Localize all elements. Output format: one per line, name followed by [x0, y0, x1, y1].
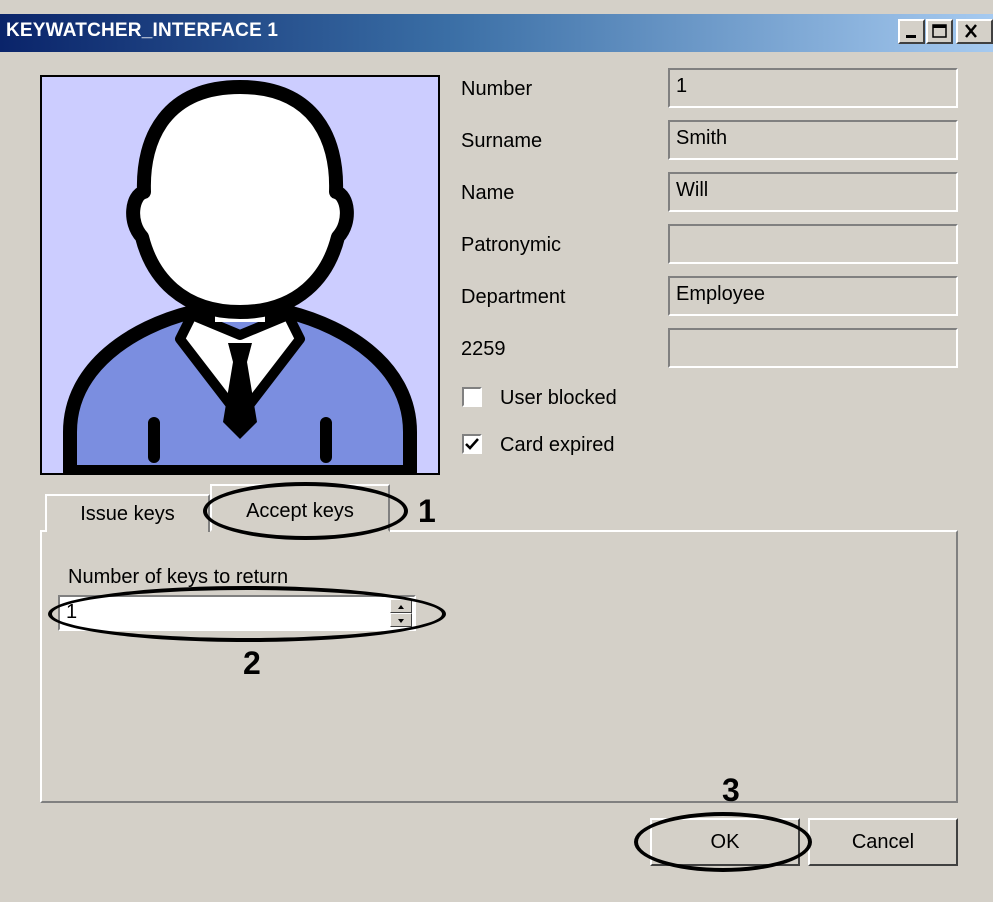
maximize-icon — [932, 24, 947, 38]
user-photo — [40, 75, 440, 475]
checkmark-icon — [465, 438, 479, 450]
keys-to-return-value: 1 — [66, 601, 78, 623]
surname-label: Surname — [461, 130, 543, 152]
code-label: 2259 — [461, 338, 506, 360]
ok-button[interactable]: OK — [650, 818, 800, 866]
name-field[interactable]: Will — [668, 172, 958, 212]
number-label: Number — [461, 78, 533, 100]
user-blocked-checkbox[interactable] — [462, 387, 482, 407]
annotation-2: 2 — [243, 645, 261, 681]
accept-keys-panel: Number of keys to return — [40, 530, 958, 803]
department-label: Department — [461, 286, 566, 308]
window-title: KEYWATCHER_INTERFACE 1 — [6, 20, 279, 41]
dialog-window: KEYWATCHER_INTERFACE 1 Number 1 Surname … — [0, 0, 993, 902]
user-blocked-label: User blocked — [500, 387, 617, 409]
minimize-button[interactable] — [898, 19, 925, 44]
keys-to-return-label: Number of keys to return — [68, 566, 289, 588]
decrement-button[interactable] — [390, 613, 412, 627]
patronymic-field[interactable] — [668, 224, 958, 264]
card-expired-label: Card expired — [500, 434, 615, 456]
name-label: Name — [461, 182, 515, 204]
increment-button[interactable] — [390, 599, 412, 613]
number-field[interactable]: 1 — [668, 68, 958, 108]
title-bar[interactable]: KEYWATCHER_INTERFACE 1 — [0, 14, 993, 52]
tab-issue-keys[interactable]: Issue keys — [45, 494, 210, 532]
annotation-3: 3 — [722, 772, 740, 808]
patronymic-label: Patronymic — [461, 234, 562, 256]
close-button[interactable] — [956, 19, 993, 44]
chevron-down-icon — [398, 619, 404, 623]
tab-accept-keys[interactable]: Accept keys — [210, 484, 390, 532]
keys-to-return-stepper[interactable]: 1 — [58, 595, 416, 631]
maximize-button[interactable] — [926, 19, 953, 44]
surname-field[interactable]: Smith — [668, 120, 958, 160]
minimize-icon — [906, 35, 916, 38]
card-expired-checkbox[interactable] — [462, 434, 482, 454]
annotation-1: 1 — [418, 493, 436, 529]
user-avatar-icon — [63, 80, 417, 473]
cancel-button[interactable]: Cancel — [808, 818, 958, 866]
close-icon — [965, 24, 977, 38]
code-field[interactable] — [668, 328, 958, 368]
chevron-up-icon — [398, 605, 404, 609]
department-field[interactable]: Employee — [668, 276, 958, 316]
